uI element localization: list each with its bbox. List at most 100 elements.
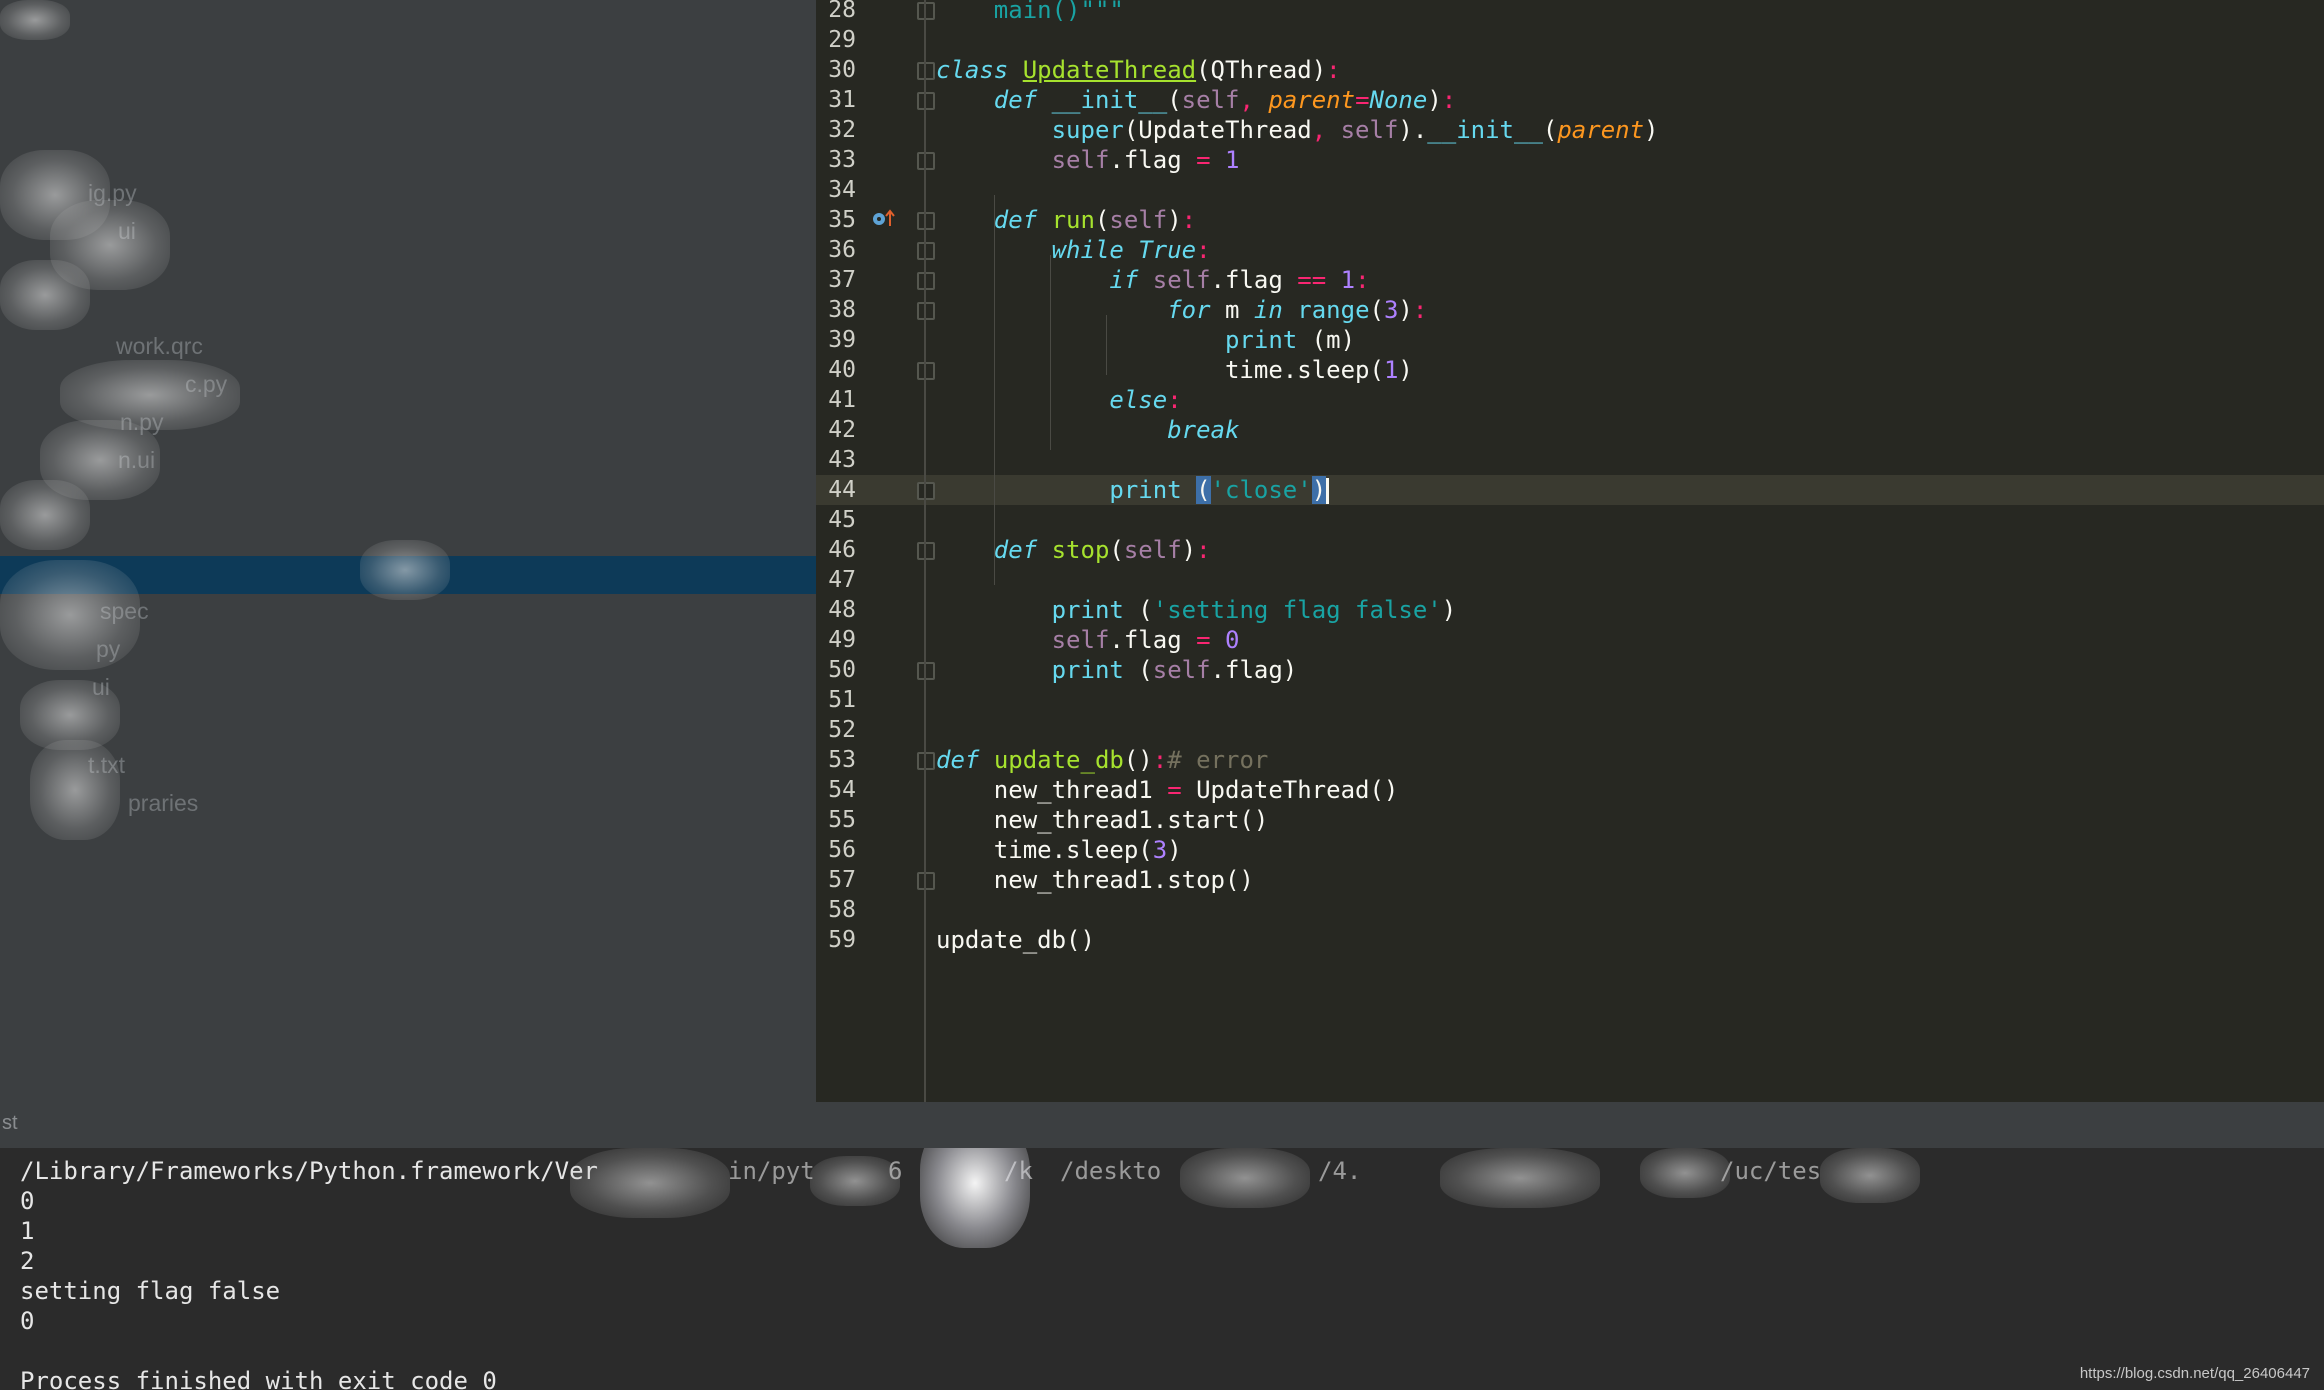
fold-marker-icon[interactable] [917, 152, 935, 170]
code-text: new_thread1.start() [936, 806, 1269, 834]
fold-marker-icon[interactable] [917, 272, 935, 290]
line-number: 34 [828, 177, 856, 203]
code-text: if self.flag == 1: [1109, 266, 1370, 294]
code-line[interactable]: 42 break [816, 415, 2324, 445]
code-line[interactable]: 51 [816, 685, 2324, 715]
redaction-smudge [1640, 1148, 1730, 1198]
code-line[interactable]: 38 for m in range(3): [816, 295, 2324, 325]
code-text: print ('setting flag false') [1051, 596, 1457, 624]
run-tab-label[interactable]: st [2, 1112, 18, 1135]
line-number: 29 [828, 27, 856, 53]
line-number: 45 [828, 507, 856, 533]
code-text: time.sleep(1) [936, 356, 1413, 384]
code-text: break [1167, 416, 1240, 444]
code-line[interactable]: 56 time.sleep(3) [816, 835, 2324, 865]
console-path-fragment: /4. [1318, 1157, 1362, 1185]
code-text: update_db() [936, 926, 1095, 954]
redaction-smudge [0, 0, 70, 40]
code-line[interactable]: 32 super(UpdateThread, self).__init__(pa… [816, 115, 2324, 145]
project-file-item[interactable]: work.qrc [116, 333, 203, 360]
fold-marker-icon[interactable] [917, 212, 935, 230]
fold-marker-icon[interactable] [917, 62, 935, 80]
code-text: def stop(self): [993, 536, 1211, 564]
code-text: new_thread1 = UpdateThread() [936, 776, 1399, 804]
run-console[interactable]: /Library/Frameworks/Python.framework/Ver… [0, 1148, 2324, 1390]
line-number: 53 [828, 747, 856, 773]
fold-marker-icon[interactable] [917, 662, 935, 680]
console-output-line: 1 [20, 1217, 35, 1245]
project-sidebar: ig.pyuiwork.qrcc.pyn.pyn.uispecpyuit.txt… [0, 0, 816, 1102]
fold-marker-icon[interactable] [917, 92, 935, 110]
code-line[interactable]: 49 self.flag = 0 [816, 625, 2324, 655]
code-line[interactable]: 39 print (m) [816, 325, 2324, 355]
redaction-smudge [360, 540, 450, 600]
code-line[interactable]: 35 def run(self): [816, 205, 2324, 235]
fold-marker-icon[interactable] [917, 542, 935, 560]
run-tool-window-header: st [0, 1102, 2324, 1148]
redaction-smudge [570, 1148, 730, 1218]
code-line[interactable]: 45 [816, 505, 2324, 535]
code-line[interactable]: 57 new_thread1.stop() [816, 865, 2324, 895]
fold-marker-icon[interactable] [917, 872, 935, 890]
line-number: 31 [828, 87, 856, 113]
code-line[interactable]: 30 class UpdateThread(QThread): [816, 55, 2324, 85]
console-path-fragment: /uc/tes [1720, 1157, 1822, 1185]
project-file-item[interactable]: praries [128, 790, 198, 817]
code-line[interactable]: 52 [816, 715, 2324, 745]
code-text: new_thread1.stop() [936, 866, 1254, 894]
line-number: 40 [828, 357, 856, 383]
code-line[interactable]: 53 def update_db():# error [816, 745, 2324, 775]
fold-marker-icon[interactable] [917, 242, 935, 260]
code-editor[interactable]: 28 main()""" 29 30 class UpdateThread(QThre… [816, 0, 2324, 1102]
redaction-smudge [1180, 1148, 1310, 1208]
line-number: 41 [828, 387, 856, 413]
code-line[interactable]: 37 if self.flag == 1: [816, 265, 2324, 295]
override-marker-icon[interactable] [872, 208, 896, 228]
line-number: 30 [828, 57, 856, 83]
line-number: 57 [828, 867, 856, 893]
console-output-line: setting flag false [20, 1277, 281, 1305]
code-line[interactable]: 40 time.sleep(1) [816, 355, 2324, 385]
line-number: 32 [828, 117, 856, 143]
code-line[interactable]: 47 [816, 565, 2324, 595]
code-text: main()""" [993, 0, 1124, 24]
code-line[interactable]: 36 while True: [816, 235, 2324, 265]
line-number: 42 [828, 417, 856, 443]
fold-marker-icon[interactable] [917, 752, 935, 770]
line-number: 46 [828, 537, 856, 563]
code-line[interactable]: 54 new_thread1 = UpdateThread() [816, 775, 2324, 805]
code-line[interactable]: 55 new_thread1.start() [816, 805, 2324, 835]
code-line[interactable]: 46 def stop(self): [816, 535, 2324, 565]
code-text: while True: [1051, 236, 1211, 264]
code-line[interactable]: 29 [816, 25, 2324, 55]
fold-marker-icon[interactable] [917, 302, 935, 320]
fold-marker-icon[interactable] [917, 362, 935, 380]
code-line[interactable]: 34 [816, 175, 2324, 205]
code-text: else: [1109, 386, 1182, 414]
code-line[interactable]: 41 else: [816, 385, 2324, 415]
line-number: 59 [828, 927, 856, 953]
code-line[interactable]: 50 print (self.flag) [816, 655, 2324, 685]
code-line[interactable]: 33 self.flag = 1 [816, 145, 2324, 175]
console-output-line: 0 [20, 1307, 35, 1335]
code-line[interactable]: 44 print ('close') [816, 475, 2324, 505]
indent-guide [994, 195, 995, 585]
code-line[interactable]: 59 update_db() [816, 925, 2324, 955]
fold-marker-icon[interactable] [917, 2, 935, 20]
code-line[interactable]: 58 [816, 895, 2324, 925]
line-number: 50 [828, 657, 856, 683]
fold-gutter-line [924, 0, 926, 1102]
line-number: 54 [828, 777, 856, 803]
line-number: 43 [828, 447, 856, 473]
fold-marker-icon[interactable] [917, 482, 935, 500]
code-line[interactable]: 28 main()""" [816, 0, 2324, 25]
line-number: 48 [828, 597, 856, 623]
code-line[interactable]: 31 def __init__(self, parent=None): [816, 85, 2324, 115]
redaction-smudge [0, 260, 90, 330]
console-output-line: Process finished with exit code 0 [20, 1367, 497, 1390]
code-line[interactable]: 43 [816, 445, 2324, 475]
code-text: class UpdateThread(QThread): [936, 56, 1341, 84]
code-line[interactable]: 48 print ('setting flag false') [816, 595, 2324, 625]
line-number: 36 [828, 237, 856, 263]
line-number: 51 [828, 687, 856, 713]
